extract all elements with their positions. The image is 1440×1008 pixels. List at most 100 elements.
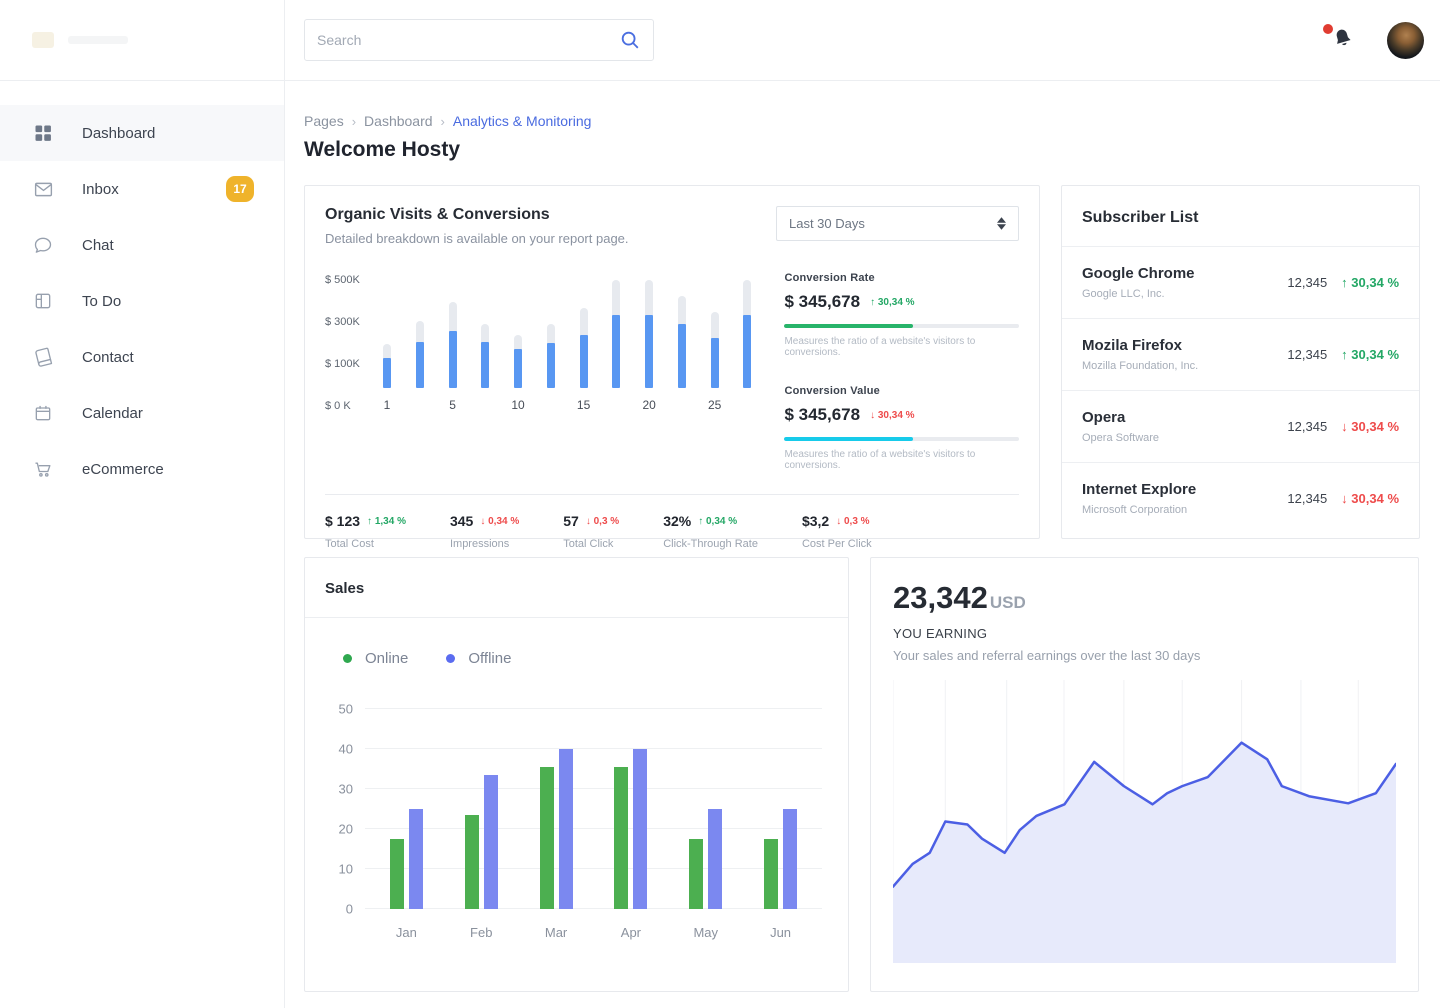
sidebar-item-dashboard[interactable]: Dashboard: [0, 105, 284, 161]
card-title: Subscriber List: [1062, 186, 1419, 246]
subscriber-row-opera[interactable]: Opera Opera Software 12,345 ↓ 30,34 %: [1062, 390, 1419, 462]
organic-bar: [743, 276, 751, 388]
topbar-right: [1331, 22, 1424, 59]
organic-bar: [481, 276, 489, 388]
organic-bar-chart: $ 500K $ 300K $ 100K $ 0 K 15 10 15 20 25: [325, 272, 757, 471]
y-tick-label: $ 500K: [325, 274, 381, 286]
conversion-rate-label: Conversion Rate: [784, 272, 1019, 284]
select-arrows-icon: [997, 217, 1006, 230]
conversion-rate-progress: [784, 324, 1019, 328]
sales-bar-group: [519, 709, 594, 909]
inbox-unread-badge: 17: [226, 176, 254, 202]
conversion-value-description: Measures the ratio of a website's visito…: [784, 449, 1019, 471]
organic-visits-card: Organic Visits & Conversions Detailed br…: [304, 185, 1040, 539]
organic-yaxis: $ 500K $ 300K $ 100K $ 0 K: [325, 272, 381, 412]
breadcrumb-separator: ›: [441, 114, 445, 129]
app-logo: [0, 0, 284, 81]
date-range-value: Last 30 Days: [789, 216, 865, 231]
sales-bar-group: [593, 709, 668, 909]
breadcrumb: Pages › Dashboard › Analytics & Monitori…: [304, 113, 1420, 129]
sidebar-item-label: Dashboard: [82, 125, 155, 142]
sidebar-item-contact[interactable]: Contact: [0, 329, 284, 385]
book-icon: [32, 346, 54, 368]
logo-mark: [32, 32, 54, 48]
search-icon[interactable]: [619, 29, 641, 51]
search-input[interactable]: [317, 32, 619, 48]
sales-yaxis: 01020304050: [331, 709, 365, 909]
conversion-value-label: Conversion Value: [784, 385, 1019, 397]
sales-bar-chart: 01020304050 JanFebMarAprMayJun: [331, 709, 822, 940]
sidebar-nav: Dashboard Inbox 17 Chat To Do: [0, 81, 284, 497]
earnings-subtitle: Your sales and referral earnings over th…: [893, 648, 1396, 663]
sidebar-item-inbox[interactable]: Inbox 17: [0, 161, 284, 217]
online-dot-icon: [343, 654, 352, 663]
legend-item-online: Online: [343, 650, 408, 667]
stat-total-cost: $ 123↑ 1,34 % Total Cost: [325, 513, 406, 550]
calendar-icon: [32, 402, 54, 424]
sales-legend: Online Offline: [331, 650, 822, 667]
breadcrumb-separator: ›: [352, 114, 356, 129]
sidebar-item-label: Contact: [82, 349, 134, 366]
stat-impressions: 345↓ 0,34 % Impressions: [450, 513, 519, 550]
organic-bar: 15: [580, 276, 588, 388]
sidebar-item-label: eCommerce: [82, 461, 164, 478]
subscriber-list-card: Subscriber List Google Chrome Google LLC…: [1061, 185, 1420, 539]
organic-bar: [416, 276, 424, 388]
organic-bar: 1: [383, 276, 391, 388]
subscriber-row-google-chrome[interactable]: Google Chrome Google LLC, Inc. 12,345 ↑ …: [1062, 246, 1419, 318]
notifications-bell-icon[interactable]: [1331, 26, 1357, 54]
sales-bar-group: [444, 709, 519, 909]
stat-cost-per-click: $3,2↓ 0,3 % Cost Per Click: [802, 513, 872, 550]
sidebar-item-label: Calendar: [82, 405, 143, 422]
organic-bar: [678, 276, 686, 388]
topbar: [285, 0, 1440, 81]
envelope-icon: [32, 178, 54, 200]
sales-bar-group: [369, 709, 444, 909]
earnings-currency: USD: [990, 593, 1026, 613]
y-tick-label: $ 0 K: [325, 400, 381, 412]
sidebar-item-label: To Do: [82, 293, 121, 310]
earnings-card: 23,342 USD YOU EARNING Your sales and re…: [870, 557, 1419, 992]
breadcrumb-dashboard[interactable]: Dashboard: [364, 113, 433, 129]
sidebar-item-chat[interactable]: Chat: [0, 217, 284, 273]
earnings-label: YOU EARNING: [893, 626, 1396, 641]
organic-bar: 25: [711, 276, 719, 388]
offline-dot-icon: [446, 654, 455, 663]
breadcrumb-current[interactable]: Analytics & Monitoring: [453, 113, 592, 129]
card-subtitle: Detailed breakdown is available on your …: [325, 231, 629, 246]
sidebar-item-todo[interactable]: To Do: [0, 273, 284, 329]
organic-bar: 10: [514, 276, 522, 388]
logo-wordmark: [68, 36, 128, 44]
conversion-value-value: $ 345,678: [784, 405, 860, 425]
organic-bar: 20: [645, 276, 653, 388]
page-title: Welcome Hosty: [304, 138, 1420, 162]
sidebar: Dashboard Inbox 17 Chat To Do: [0, 0, 285, 1008]
organic-bar: 5: [449, 276, 457, 388]
card-title: Sales: [305, 558, 848, 618]
sidebar-item-ecommerce[interactable]: eCommerce: [0, 441, 284, 497]
stat-click-through-rate: 32%↑ 0,34 % Click-Through Rate: [663, 513, 758, 550]
main-area: Pages › Dashboard › Analytics & Monitori…: [285, 0, 1440, 1008]
conversions-panel: Conversion Rate $ 345,678 ↑ 30,34 % Meas…: [784, 272, 1019, 471]
sales-card: Sales Online Offline: [304, 557, 849, 992]
breadcrumb-pages[interactable]: Pages: [304, 113, 344, 129]
stat-total-click: 57↓ 0,3 % Total Click: [563, 513, 619, 550]
search-box: [304, 19, 654, 61]
legend-item-offline: Offline: [446, 650, 511, 667]
user-avatar[interactable]: [1387, 22, 1424, 59]
sidebar-item-calendar[interactable]: Calendar: [0, 385, 284, 441]
earnings-area-chart: [893, 680, 1396, 963]
subscriber-row-mozila-firefox[interactable]: Mozila Firefox Mozilla Foundation, Inc. …: [1062, 318, 1419, 390]
conversion-value-delta: ↓ 30,34 %: [870, 410, 914, 421]
subscriber-row-internet-explore[interactable]: Internet Explore Microsoft Corporation 1…: [1062, 462, 1419, 534]
conversion-rate-description: Measures the ratio of a website's visito…: [784, 336, 1019, 358]
conversion-value-progress: [784, 437, 1019, 441]
conversion-value-block: Conversion Value $ 345,678 ↓ 30,34 % Mea…: [784, 385, 1019, 471]
organic-bars: 15 10 15 20 25: [381, 276, 757, 388]
sidebar-item-label: Inbox: [82, 181, 119, 198]
organic-bar: [612, 276, 620, 388]
conversion-rate-delta: ↑ 30,34 %: [870, 297, 914, 308]
sidebar-item-label: Chat: [82, 237, 114, 254]
date-range-select[interactable]: Last 30 Days: [776, 206, 1019, 241]
page-content: Pages › Dashboard › Analytics & Monitori…: [285, 81, 1440, 992]
